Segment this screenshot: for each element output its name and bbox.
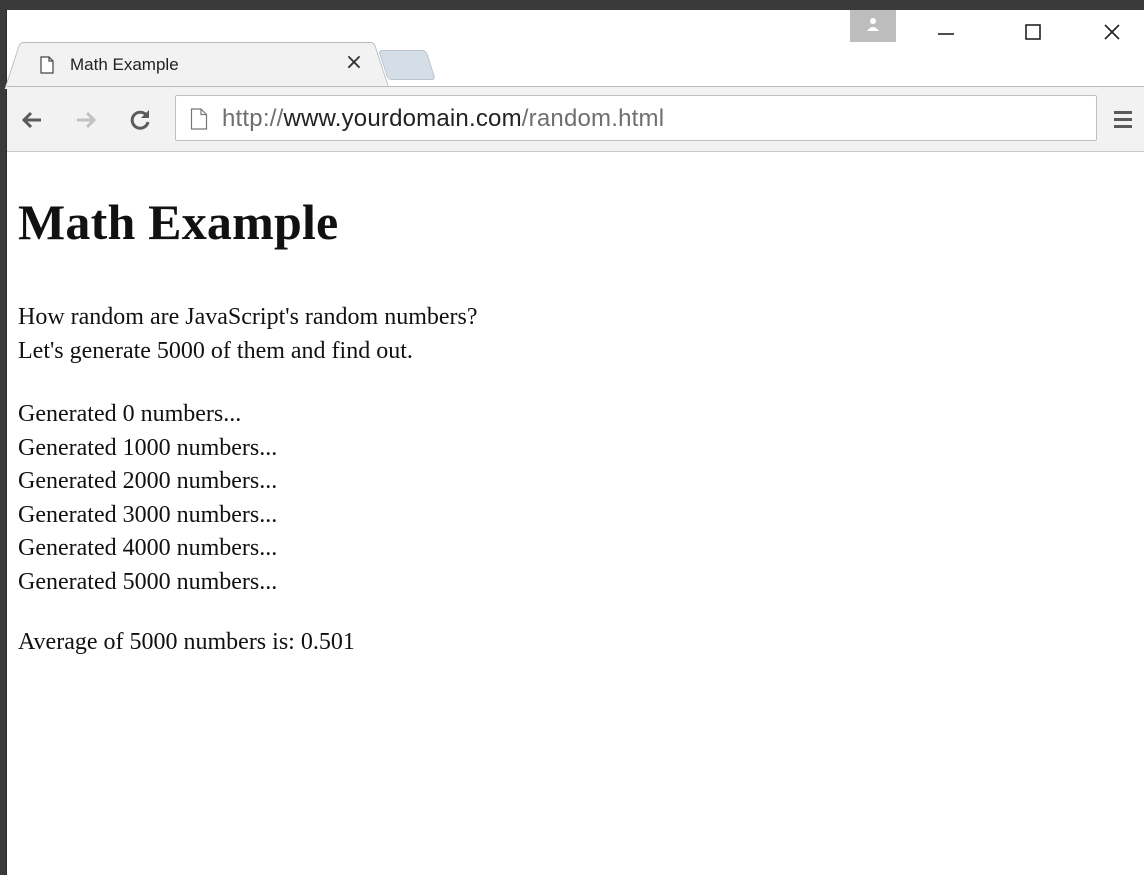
minimize-icon[interactable] (923, 10, 969, 54)
hamburger-menu-icon[interactable] (1111, 107, 1135, 131)
page-icon (40, 56, 54, 74)
page-content: Math Example How random are JavaScript's… (7, 153, 1144, 875)
progress-line: Generated 1000 numbers... (18, 434, 278, 461)
progress-log: Generated 0 numbers... Generated 1000 nu… (18, 398, 277, 599)
browser-window: Math Example × http://www.yourdomain.com… (6, 10, 1144, 875)
tab-math-example[interactable]: Math Example × (21, 42, 373, 88)
progress-line: Generated 3000 numbers... (18, 501, 278, 528)
tab-title: Math Example (70, 55, 179, 74)
address-bar[interactable]: http://www.yourdomain.com/random.html (175, 95, 1097, 141)
maximize-icon[interactable] (1010, 10, 1056, 54)
profile-icon[interactable] (850, 10, 896, 42)
intro-line: How random are JavaScript's random numbe… (18, 304, 478, 330)
back-arrow-icon[interactable] (19, 107, 45, 133)
page-info-icon[interactable] (190, 108, 208, 135)
close-icon[interactable] (1089, 10, 1135, 54)
page-heading: Math Example (18, 194, 339, 250)
progress-line: Generated 4000 numbers... (18, 535, 278, 561)
progress-line: Generated 2000 numbers... (18, 468, 278, 494)
browser-toolbar: http://www.yourdomain.com/random.html (7, 86, 1144, 152)
tab-close-icon[interactable]: × (344, 50, 364, 75)
progress-line: Generated 5000 numbers... (18, 568, 278, 595)
forward-arrow-icon[interactable] (73, 107, 99, 133)
result-text: Average of 5000 numbers is: 0.501 (18, 629, 355, 655)
intro-line: Let's generate 5000 of them and find out… (18, 337, 413, 364)
progress-line: Generated 0 numbers... (18, 401, 242, 427)
tab-strip: Math Example × (7, 10, 1144, 88)
new-tab-button[interactable] (378, 50, 436, 80)
intro-paragraph: How random are JavaScript's random numbe… (18, 301, 478, 368)
url-text: http://www.yourdomain.com/random.html (222, 105, 665, 132)
reload-icon[interactable] (127, 107, 153, 133)
